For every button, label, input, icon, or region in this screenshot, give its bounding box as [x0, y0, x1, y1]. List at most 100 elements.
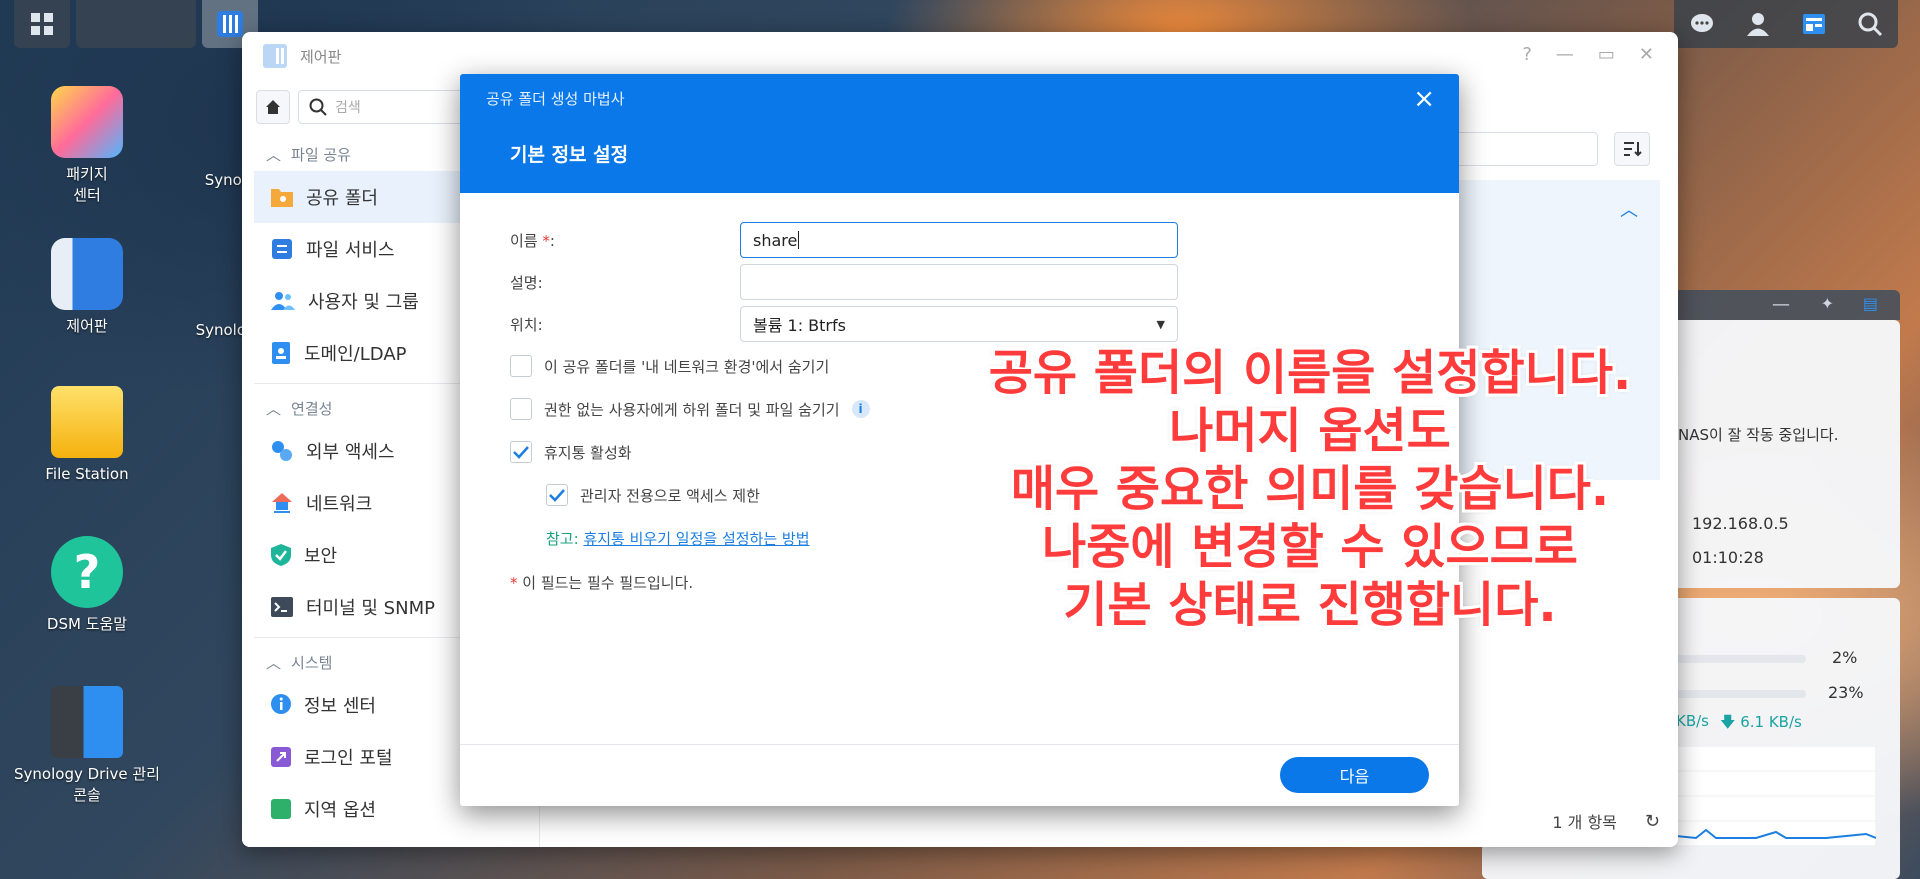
- search-placeholder: 검색: [335, 100, 361, 116]
- arrow-down-icon: 🡇: [1720, 713, 1736, 731]
- desktop-icon-label: Synology Drive 관리: [14, 765, 160, 783]
- name-input-value: share: [753, 230, 798, 250]
- chevron-up-icon[interactable]: ︿: [1620, 196, 1638, 222]
- desktop-icon-label: 센터: [73, 186, 101, 204]
- external-access-icon: [272, 441, 292, 461]
- sidebar-item-label: 보안: [304, 546, 338, 567]
- option-label: 관리자 전용으로 액세스 제한: [580, 486, 760, 505]
- desktop-icon-label: DSM 도움말: [46, 615, 128, 633]
- cpu-value: 2%: [1832, 648, 1858, 667]
- sort-button[interactable]: [1614, 132, 1650, 166]
- description-input[interactable]: [740, 264, 1178, 300]
- user-icon[interactable]: [1744, 10, 1772, 38]
- minimize-icon[interactable]: —: [1772, 294, 1790, 315]
- widget-menu-icon[interactable]: ▤: [1863, 294, 1878, 313]
- desktop-icon-help[interactable]: ? DSM 도움말: [12, 536, 162, 635]
- info-icon[interactable]: i: [851, 400, 870, 418]
- recycle-bin-checkbox[interactable]: [510, 441, 532, 463]
- list-footer: 1 개 항목 ↻: [1552, 809, 1660, 833]
- sidebar-item-label: 파일 서비스: [306, 240, 395, 261]
- chevron-up-icon: ︿: [266, 654, 282, 672]
- wizard-header: 공유 폴더 생성 마법사 기본 정보 설정 ×: [460, 74, 1459, 193]
- help-icon[interactable]: ?: [1522, 44, 1532, 65]
- location-select[interactable]: 볼륨 1: Btrfs ▼: [740, 306, 1178, 342]
- download-rate: 🡇 6.1 KB/s: [1720, 712, 1802, 737]
- home-icon: [266, 100, 280, 114]
- location-row: 위치: 볼륨 1: Btrfs ▼: [510, 306, 1178, 342]
- next-button[interactable]: 다음: [1280, 757, 1429, 793]
- help-icon: ?: [51, 536, 123, 608]
- chevron-up-icon: ︿: [266, 146, 282, 164]
- upload-rate: KB/s: [1676, 712, 1709, 730]
- check-icon: [549, 489, 565, 502]
- desktop-icon-label: 제어판: [66, 317, 108, 335]
- refresh-icon[interactable]: ↻: [1645, 811, 1660, 832]
- search-icon: [309, 98, 327, 116]
- item-count: 1 개 항목: [1552, 813, 1617, 832]
- login-portal-icon: [271, 747, 291, 767]
- info-icon: [271, 694, 291, 714]
- description-label: 설명:: [510, 273, 543, 292]
- hide-network-checkbox[interactable]: [510, 355, 532, 377]
- option-hide-subfolders[interactable]: 권한 없는 사용자에게 하위 폴더 및 파일 숨기기 i: [510, 398, 870, 420]
- sidebar-item-label: 도메인/LDAP: [304, 344, 407, 365]
- maximize-icon[interactable]: ▭: [1598, 44, 1615, 65]
- desktop-icon-file-station[interactable]: File Station: [12, 386, 162, 485]
- recycle-schedule-link[interactable]: 휴지통 비우기 일정을 설정하는 방법: [583, 530, 809, 548]
- close-icon[interactable]: ×: [1413, 84, 1435, 114]
- search-icon[interactable]: [1856, 10, 1884, 38]
- section-header-label: 시스템: [291, 654, 333, 672]
- grid-icon: [31, 13, 53, 35]
- close-icon[interactable]: ✕: [1639, 44, 1654, 65]
- status-text: NAS이 잘 작동 중입니다.: [1678, 426, 1839, 444]
- annotation-overlay: 공유 폴더의 이름을 설정합니다. 나머지 옵션도 매우 중요한 의미를 갖습니…: [920, 344, 1700, 634]
- sidebar-item-label: 로그인 포털: [304, 748, 393, 769]
- sidebar-item-label: 정보 센터: [304, 696, 376, 717]
- wizard-footer: 다음: [460, 744, 1459, 806]
- desktop-icon-package-center[interactable]: 패키지 센터: [12, 86, 162, 206]
- admin-only-checkbox[interactable]: [546, 484, 568, 506]
- hide-subfolders-checkbox[interactable]: [510, 398, 532, 420]
- control-panel-icon: [263, 44, 287, 68]
- taskbar-spacer: [76, 0, 196, 48]
- caret-down-icon: ▼: [1156, 317, 1165, 331]
- desktop-icon-control-panel[interactable]: 제어판: [12, 238, 162, 337]
- sidebar-item-label: 네트워크: [306, 494, 373, 515]
- control-panel-icon: [217, 11, 243, 37]
- option-hide-network[interactable]: 이 공유 폴더를 '내 네트워크 환경'에서 숨기기: [510, 355, 829, 377]
- terminal-icon: [271, 597, 293, 617]
- option-label: 권한 없는 사용자에게 하위 폴더 및 파일 숨기기: [544, 400, 840, 419]
- annotation-line: 기본 상태로 진행합니다.: [1063, 577, 1557, 633]
- sidebar-item-label: 지역 옵션: [304, 800, 376, 821]
- check-icon: [513, 446, 529, 459]
- package-center-icon: [51, 86, 123, 158]
- home-button[interactable]: [256, 90, 290, 124]
- recycle-bin-note: 참고: 휴지통 비우기 일정을 설정하는 방법: [546, 528, 810, 549]
- location-value: 볼륨 1: Btrfs: [753, 316, 846, 335]
- option-recycle-bin[interactable]: 휴지통 활성화: [510, 441, 632, 463]
- desktop-icon-synology-drive[interactable]: Synology Drive 관리 콘솔: [0, 686, 174, 806]
- sidebar-item-label: 사용자 및 그룹: [308, 292, 419, 313]
- sidebar-item-label: 외부 액세스: [306, 442, 395, 463]
- name-input[interactable]: share: [740, 222, 1178, 258]
- window-controls: ? — ▭ ✕: [1522, 44, 1654, 65]
- sidebar-item-label: 터미널 및 SNMP: [306, 598, 435, 619]
- name-row: 이름 *: share: [510, 222, 1178, 258]
- network-icon: [272, 493, 292, 513]
- chat-icon[interactable]: [1688, 10, 1716, 38]
- option-admin-only[interactable]: 관리자 전용으로 액세스 제한: [546, 484, 760, 506]
- minimize-icon[interactable]: —: [1556, 44, 1574, 65]
- required-field-note: * 이 필드는 필수 필드입니다.: [510, 574, 694, 592]
- location-label: 위치:: [510, 315, 543, 334]
- annotation-line: 매우 중요한 의미를 갖습니다.: [1010, 461, 1610, 517]
- note-prefix: 참고:: [546, 530, 584, 548]
- download-value: 6.1 KB/s: [1740, 713, 1802, 731]
- desktop-icon-label: File Station: [45, 465, 129, 483]
- main-menu-button[interactable]: [14, 0, 70, 48]
- annotation-line: 나머지 옵션도: [1169, 403, 1451, 459]
- wizard-step-title: 기본 정보 설정: [510, 144, 629, 166]
- description-row: 설명:: [510, 264, 1178, 300]
- widgets-icon[interactable]: [1800, 10, 1828, 38]
- pin-icon[interactable]: ✦: [1821, 294, 1834, 313]
- window-title: 제어판: [300, 47, 342, 66]
